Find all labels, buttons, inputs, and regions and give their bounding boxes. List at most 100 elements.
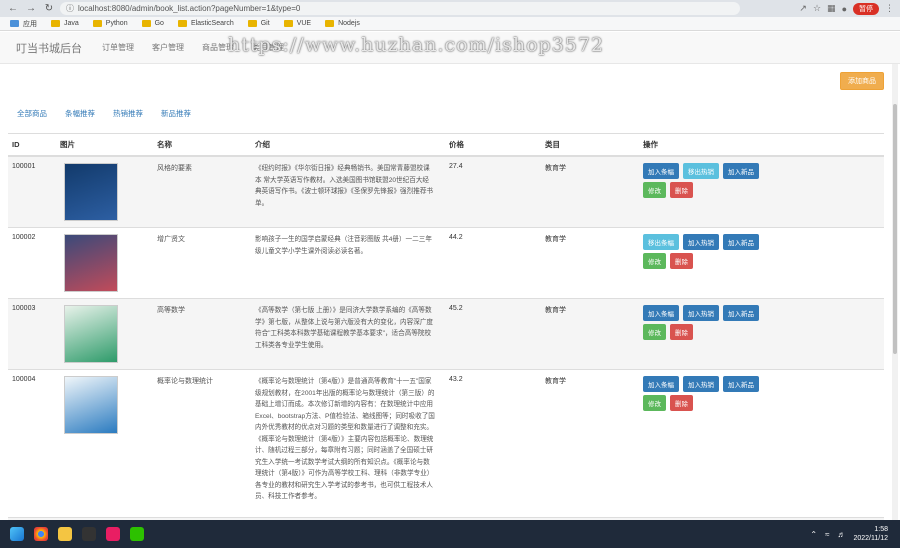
bookmark-item[interactable]: Java [51, 20, 79, 27]
action-button[interactable]: 加入新品 [723, 305, 759, 321]
action-button[interactable]: 移出热销 [683, 163, 719, 179]
action-button[interactable]: 删除 [670, 253, 693, 269]
ide-icon[interactable] [106, 527, 120, 541]
action-button[interactable]: 加入新品 [723, 234, 759, 250]
address-bar[interactable]: ⓘ localhost:8080/admin/book_list.action?… [60, 2, 740, 15]
action-button[interactable]: 加入热销 [683, 305, 719, 321]
clock-time: 1:58 [874, 526, 888, 533]
table-row: 100003 高等数学 《高等数学（第七版 上册）》是同济大学数学系编的《高等数学》… [8, 298, 884, 370]
scrollbar[interactable] [892, 64, 898, 526]
action-button[interactable]: 修改 [643, 253, 666, 269]
forward-icon[interactable]: → [24, 2, 38, 16]
cell-category: 教育学 [541, 369, 639, 518]
folder-icon [325, 20, 335, 27]
cell-name: 高等数学 [153, 298, 251, 370]
watermark-text: https://www.huzhan.com/ishop3572 [228, 34, 605, 56]
action-button[interactable]: 修改 [643, 395, 666, 411]
header-price: 价格 [445, 134, 541, 157]
cell-image [56, 298, 153, 370]
windows-start-icon[interactable] [10, 527, 24, 541]
cell-intro: 《纽约时报》《华尔街日报》经典畅销书。美国常青藤盟校课本 常大学英语写作教材。入… [251, 155, 445, 228]
cell-actions: 加入条幅 加入热销 加入新品修改 删除 [639, 369, 884, 518]
header-name: 名称 [153, 134, 251, 157]
brand-title[interactable]: 叮当书城后台 [16, 40, 82, 56]
action-button[interactable]: 删除 [670, 324, 693, 340]
action-button[interactable]: 加入新品 [723, 376, 759, 392]
pause-button[interactable]: 暂停 [853, 2, 879, 15]
action-button[interactable]: 删除 [670, 182, 693, 198]
book-table: ID 图片 名称 介绍 价格 类目 操作 100001 风格的要素 《纽约时报》《华… [8, 133, 884, 523]
action-button[interactable]: 修改 [643, 324, 666, 340]
action-button[interactable]: 加入新品 [723, 163, 759, 179]
folder-icon [247, 20, 257, 27]
action-button[interactable]: 删除 [670, 395, 693, 411]
bookmark-item[interactable]: ElasticSearch [177, 20, 234, 27]
nav-item-orders[interactable]: 订单管理 [102, 42, 134, 53]
book-cover-image [64, 234, 118, 292]
header-image: 图片 [56, 134, 153, 157]
header-actions: 操作 [639, 134, 884, 157]
book-cover-image [64, 376, 118, 434]
book-cover-image [64, 305, 118, 363]
system-clock[interactable]: 1:58 2022/11/12 [853, 525, 888, 543]
profile-icon[interactable]: ● [842, 4, 847, 14]
action-button[interactable]: 移出条幅 [643, 234, 679, 250]
cell-price: 43.2 [445, 369, 541, 518]
action-button[interactable]: 修改 [643, 182, 666, 198]
explorer-icon[interactable] [58, 527, 72, 541]
browser-toolbar: ← → ↻ ⓘ localhost:8080/admin/book_list.a… [0, 0, 900, 17]
tab-banner[interactable]: 条幅推荐 [56, 104, 104, 123]
bookmark-item[interactable]: Go [141, 20, 164, 27]
tab-new[interactable]: 新品推荐 [152, 104, 200, 123]
tab-hot[interactable]: 热销推荐 [104, 104, 152, 123]
share-icon[interactable]: ↗ [799, 3, 807, 14]
extension-icon[interactable]: ▦ [827, 3, 836, 14]
bookmark-item[interactable]: VUE [283, 20, 311, 27]
clock-date: 2022/11/12 [853, 535, 888, 542]
action-button[interactable]: 加入热销 [683, 234, 719, 250]
add-book-button[interactable]: 添加商品 [840, 72, 884, 90]
chrome-icon[interactable] [34, 527, 48, 541]
cell-intro: 《概率论与数理统计（第4版）》是普通高等教育"十一五"国家级规划教材，在2001… [251, 369, 445, 518]
action-button[interactable]: 加入热销 [683, 376, 719, 392]
cell-actions: 加入条幅 加入热销 加入新品修改 删除 [639, 298, 884, 370]
table-row: 100004 概率论与数理统计 《概率论与数理统计（第4版）》是普通高等教育"十一五… [8, 369, 884, 518]
reload-icon[interactable]: ↻ [42, 2, 56, 16]
scrollbar-thumb[interactable] [893, 104, 897, 354]
tab-all[interactable]: 全部商品 [8, 104, 56, 123]
cell-category: 教育学 [541, 298, 639, 370]
address-text: localhost:8080/admin/book_list.action?pa… [78, 4, 301, 13]
table-header-row: ID 图片 名称 介绍 价格 类目 操作 [8, 134, 884, 157]
back-icon[interactable]: ← [6, 2, 20, 16]
action-button[interactable]: 加入条幅 [643, 305, 679, 321]
cell-id: 100004 [8, 369, 56, 518]
action-button[interactable]: 加入条幅 [643, 376, 679, 392]
folder-icon [283, 20, 293, 27]
cell-name: 风格的要素 [153, 155, 251, 228]
bookmark-item[interactable]: Git [247, 20, 270, 27]
nav-item-customers[interactable]: 客户管理 [152, 42, 184, 53]
cell-price: 44.2 [445, 227, 541, 299]
wifi-icon[interactable]: ≈ [825, 530, 829, 539]
taskbar: ⌃ ≈ ♬ 1:58 2022/11/12 [0, 520, 900, 548]
terminal-icon[interactable] [82, 527, 96, 541]
cell-intro: 影响孩子一生的国学启蒙经典（注音彩图版 共4册）一二三年级儿童文学小学生课外阅读… [251, 227, 445, 299]
bookmark-item[interactable]: 应用 [10, 19, 37, 29]
cell-name: 增广贤文 [153, 227, 251, 299]
cell-id: 100001 [8, 155, 56, 228]
chevron-up-icon[interactable]: ⌃ [810, 530, 817, 539]
header-intro: 介绍 [251, 134, 445, 157]
action-button[interactable]: 加入条幅 [643, 163, 679, 179]
cell-image [56, 369, 153, 518]
cell-image [56, 227, 153, 299]
bookmark-item[interactable]: Python [92, 20, 128, 27]
volume-icon[interactable]: ♬ [837, 530, 845, 539]
folder-icon [177, 20, 187, 27]
wechat-icon[interactable] [130, 527, 144, 541]
bookmark-item[interactable]: Nodejs [325, 20, 360, 27]
cell-id: 100003 [8, 298, 56, 370]
cell-category: 教育学 [541, 227, 639, 299]
apps-icon [10, 20, 19, 27]
star-icon[interactable]: ☆ [813, 3, 821, 14]
menu-icon[interactable]: ⋮ [885, 3, 894, 14]
